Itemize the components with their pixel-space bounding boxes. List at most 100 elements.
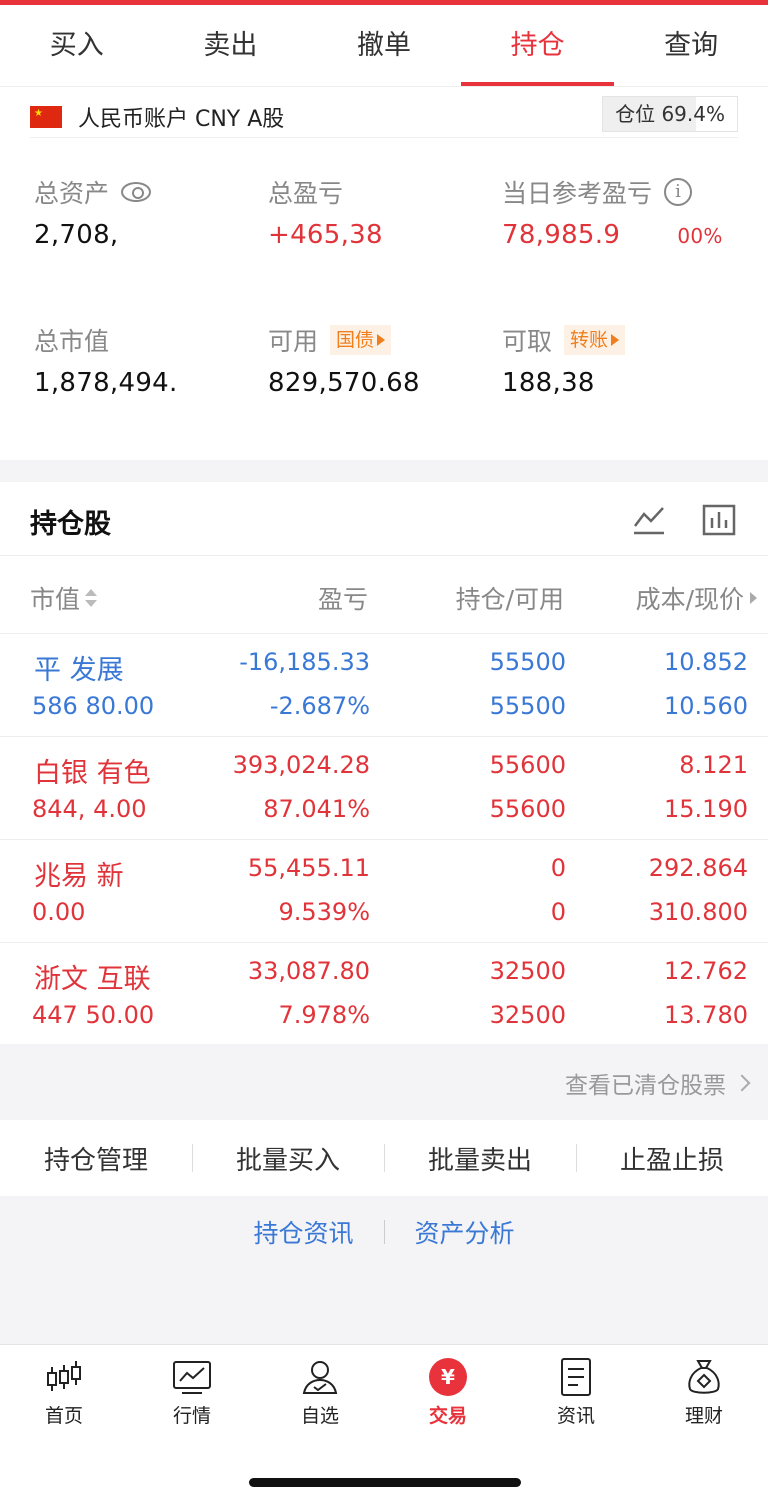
stock-qty: 55600 bbox=[489, 751, 566, 779]
stock-market-value: 844, 4.00 bbox=[32, 795, 147, 823]
bar-chart-icon[interactable] bbox=[702, 504, 736, 536]
tab-sell[interactable]: 卖出 bbox=[154, 5, 308, 86]
holdings-title: 持仓股 bbox=[30, 509, 111, 540]
daily-pl: 当日参考盈亏 i 78,985.9 00% bbox=[502, 172, 752, 250]
withdrawable-funds: 可取 转账 188,38 bbox=[502, 320, 742, 398]
caret-right-icon bbox=[750, 592, 757, 604]
transfer-button[interactable]: 转账 bbox=[564, 325, 626, 355]
trade-tabs: 买入 卖出 撤单 持仓 查询 bbox=[0, 5, 768, 87]
available-label: 可用 bbox=[268, 327, 319, 356]
stock-cost: 292.864 bbox=[648, 854, 748, 882]
tab-holdings[interactable]: 持仓 bbox=[460, 5, 615, 86]
holdings-header: 持仓股 bbox=[0, 482, 768, 556]
total-pl: 总盈亏 +465,38 bbox=[268, 172, 508, 250]
stock-cost: 10.852 bbox=[664, 648, 748, 676]
stock-market-value: 586 80.00 bbox=[32, 692, 155, 720]
asset-summary: 总资产 2,708, 总盈亏 +465,38 当日参考盈亏 i 78,985.9… bbox=[0, 160, 768, 450]
account-label: 人民币账户 CNY A股 bbox=[78, 106, 285, 132]
nav-watchlist[interactable]: 自选 bbox=[256, 1345, 384, 1444]
total-assets-label: 总资产 bbox=[34, 179, 110, 208]
stock-name: 浙文 互联 bbox=[34, 964, 151, 995]
nav-news-label: 资讯 bbox=[556, 1405, 595, 1427]
daily-pl-percent: 00% bbox=[677, 224, 723, 248]
tab-cancel[interactable]: 撤单 bbox=[307, 5, 461, 86]
total-pl-value: +465,38 bbox=[268, 220, 383, 250]
table-row[interactable]: 平 发展 586 80.00 -16,185.33 -2.687% 55500 … bbox=[0, 634, 768, 737]
sort-icon bbox=[85, 589, 98, 607]
daily-pl-amount: 78,985.9 bbox=[502, 220, 621, 250]
available-funds: 可用 国债 829,570.68 bbox=[268, 320, 508, 398]
treasury-bond-button[interactable]: 国债 bbox=[330, 325, 392, 355]
table-row[interactable]: 白银 有色 844, 4.00 393,024.28 87.041% 55600… bbox=[0, 737, 768, 840]
nav-news[interactable]: 资讯 bbox=[512, 1345, 640, 1444]
eye-icon[interactable] bbox=[121, 182, 152, 202]
stock-qty: 55500 bbox=[489, 648, 566, 676]
trend-line-icon[interactable] bbox=[632, 504, 666, 536]
tab-buy[interactable]: 买入 bbox=[0, 5, 154, 86]
total-assets: 总资产 2,708, bbox=[34, 172, 274, 250]
available-value: 829,570.68 bbox=[268, 368, 420, 398]
transfer-label: 转账 bbox=[570, 329, 609, 351]
nav-watchlist-label: 自选 bbox=[300, 1405, 339, 1427]
batch-sell-button[interactable]: 批量卖出 bbox=[384, 1140, 576, 1177]
market-value-label: 总市值 bbox=[34, 327, 110, 356]
nav-wealth[interactable]: 理财 bbox=[640, 1345, 768, 1444]
table-row[interactable]: 浙文 互联 447 50.00 33,087.80 7.978% 32500 3… bbox=[0, 943, 768, 1046]
triangle-right-icon bbox=[377, 334, 386, 346]
view-cleared-stocks-link[interactable]: 查看已清仓股票 bbox=[565, 1066, 751, 1100]
stock-cost: 8.121 bbox=[679, 751, 748, 779]
market-value-value: 1,878,494. bbox=[34, 368, 178, 398]
column-cost[interactable]: 成本/现价 bbox=[636, 580, 758, 616]
nav-market-label: 行情 bbox=[172, 1405, 211, 1427]
stock-avail: 55500 bbox=[489, 692, 566, 720]
treasury-bond-label: 国债 bbox=[336, 329, 375, 351]
yuan-icon: ¥ bbox=[429, 1358, 467, 1396]
stock-name: 兆易 新 bbox=[34, 861, 124, 892]
table-row[interactable]: 兆易 新 0.00 55,455.11 9.539% 0 0 292.864 3… bbox=[0, 840, 768, 943]
chart-icon bbox=[173, 1361, 211, 1394]
total-pl-label: 总盈亏 bbox=[268, 179, 344, 208]
asset-analysis-link[interactable]: 资产分析 bbox=[415, 1214, 515, 1250]
nav-home[interactable]: 首页 bbox=[0, 1345, 128, 1444]
nav-wealth-label: 理财 bbox=[684, 1405, 723, 1427]
stock-price: 15.190 bbox=[664, 795, 748, 823]
daily-pl-label: 当日参考盈亏 bbox=[502, 179, 653, 208]
stock-pl-pct: 9.539% bbox=[278, 898, 370, 926]
stock-avail: 0 bbox=[550, 898, 566, 926]
stock-cost: 12.762 bbox=[664, 957, 748, 985]
nav-trade[interactable]: ¥ 交易 bbox=[384, 1345, 512, 1444]
stock-name: 平 发展 bbox=[34, 655, 124, 686]
view-cleared-label: 查看已清仓股票 bbox=[565, 1073, 726, 1099]
candlestick-icon bbox=[47, 1361, 81, 1391]
stock-avail: 55600 bbox=[489, 795, 566, 823]
triangle-right-icon bbox=[611, 334, 620, 346]
china-flag-icon: ★ bbox=[30, 105, 62, 128]
moneybag-icon bbox=[688, 1360, 720, 1394]
nav-trade-label: 交易 bbox=[428, 1405, 467, 1427]
home-indicator bbox=[249, 1478, 521, 1487]
info-links: 持仓资讯 资产分析 bbox=[0, 1196, 768, 1268]
chevron-right-icon bbox=[733, 1074, 751, 1092]
stock-avail: 32500 bbox=[489, 1001, 566, 1029]
column-market-value: 市值 bbox=[30, 585, 81, 614]
stop-profit-loss-button[interactable]: 止盈止损 bbox=[576, 1140, 768, 1177]
nav-market[interactable]: 行情 bbox=[128, 1345, 256, 1444]
stock-pl-pct: 7.978% bbox=[278, 1001, 370, 1029]
sort-market-value[interactable]: 市值 bbox=[30, 580, 98, 616]
position-management-button[interactable]: 持仓管理 bbox=[0, 1140, 192, 1177]
holding-news-link[interactable]: 持仓资讯 bbox=[253, 1214, 353, 1250]
withdrawable-value: 188,38 bbox=[502, 368, 595, 398]
column-pl: 盈亏 bbox=[317, 585, 368, 614]
position-ratio-badge: 仓位 69.4% bbox=[602, 96, 738, 132]
account-row[interactable]: ★ 人民币账户 CNY A股 仓位 69.4% bbox=[30, 96, 738, 138]
info-icon[interactable]: i bbox=[664, 178, 693, 206]
stock-pl: 393,024.28 bbox=[232, 751, 370, 779]
stock-pl: -16,185.33 bbox=[239, 648, 370, 676]
batch-buy-button[interactable]: 批量买入 bbox=[192, 1140, 384, 1177]
section-divider bbox=[0, 460, 768, 482]
stock-pl-pct: 87.041% bbox=[263, 795, 370, 823]
tab-query[interactable]: 查询 bbox=[614, 5, 768, 86]
bottom-navigation: 首页 行情 自选 ¥ 交易 资讯 理财 bbox=[0, 1344, 768, 1444]
daily-pl-value: 78,985.9 00% bbox=[502, 220, 752, 250]
user-icon bbox=[302, 1361, 338, 1394]
